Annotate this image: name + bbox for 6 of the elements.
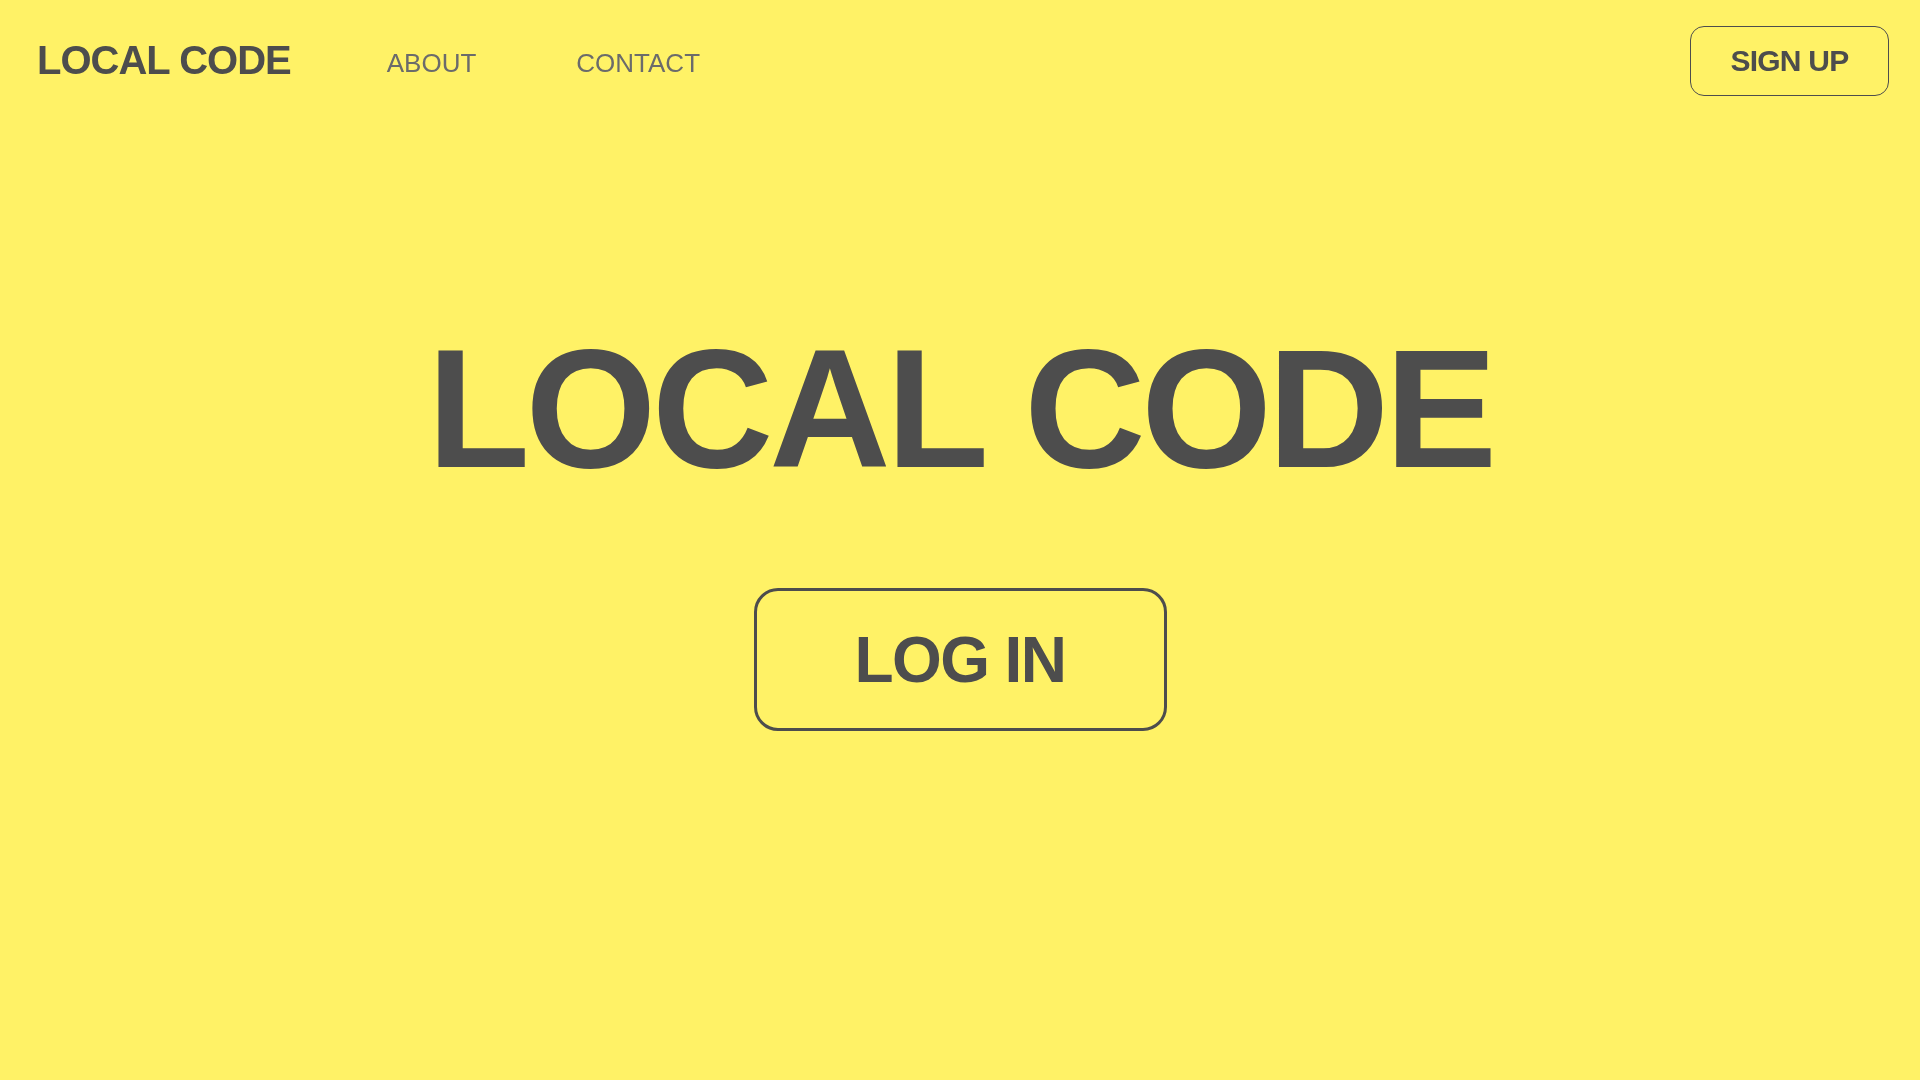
hero-title: LOCAL CODE [427, 325, 1493, 493]
nav-link[interactable]: ABOUT [386, 43, 477, 83]
nav-link[interactable]: CONTACT [576, 43, 701, 83]
sign-up-button[interactable]: SIGN UP [1690, 25, 1889, 96]
site-logo[interactable]: LOCAL CODE [37, 40, 291, 80]
log-in-button[interactable]: LOG IN [753, 588, 1167, 731]
